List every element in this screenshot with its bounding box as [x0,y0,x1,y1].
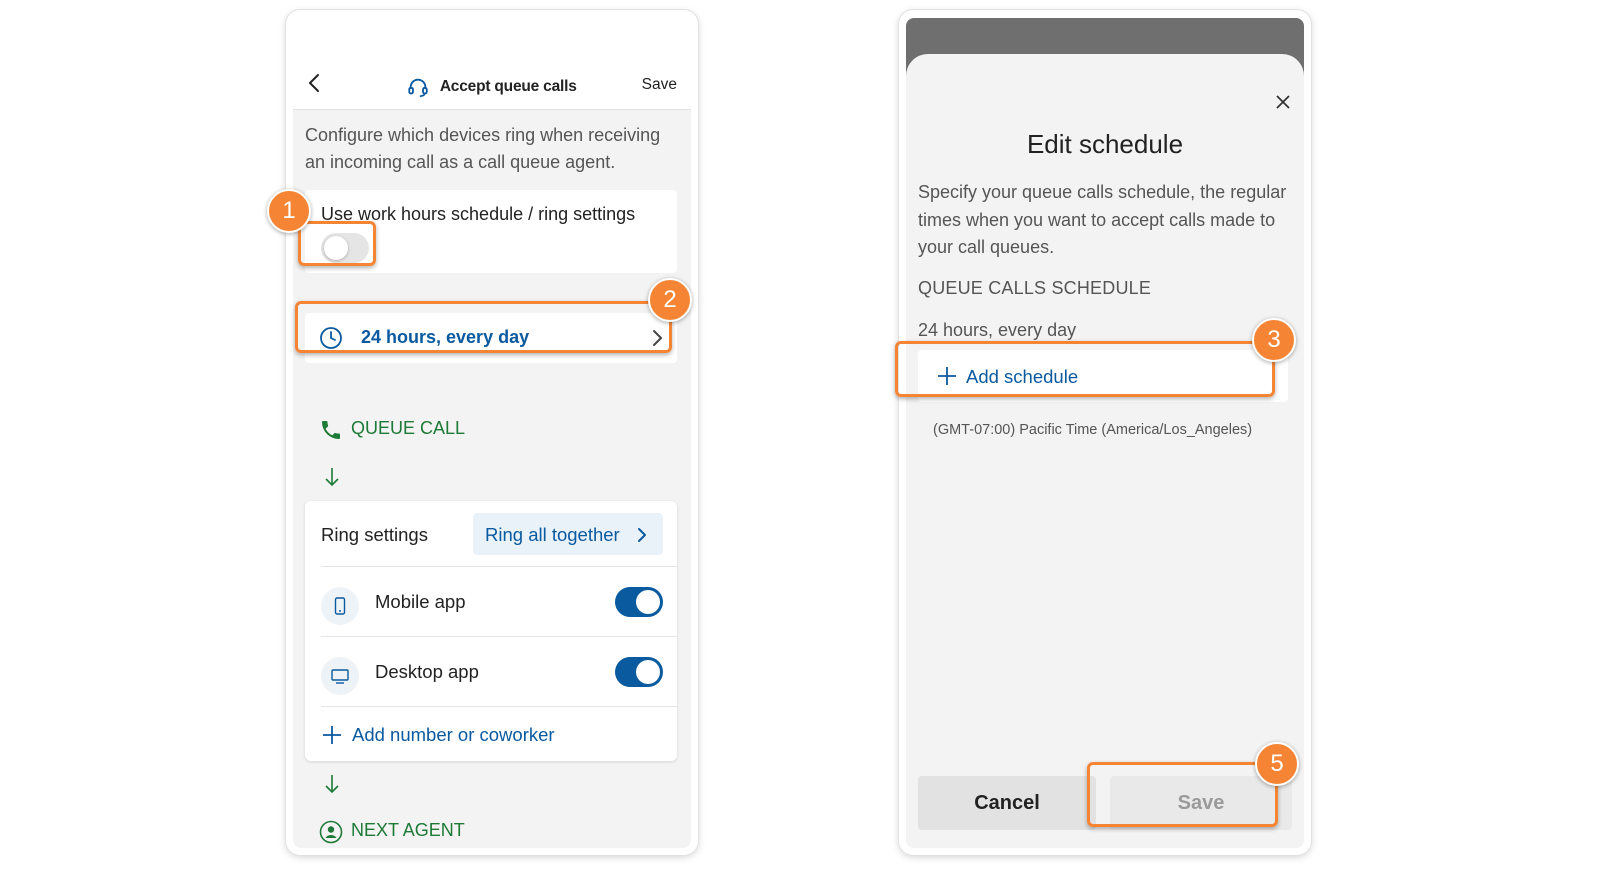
device-label: Mobile app [375,591,466,612]
toggle-knob [636,660,660,684]
desktop-monitor-icon [331,669,349,684]
step-badge-2: 2 [648,278,692,322]
step-badge-1: 1 [267,189,311,233]
next-agent-label: NEXT AGENT [351,820,465,840]
schedule-heading: QUEUE CALLS SCHEDULE [918,278,1152,298]
chevron-right-icon [638,528,646,542]
page-title: Accept queue calls [439,78,577,95]
mobile-phone-icon [334,597,346,615]
device-label: Desktop app [375,661,479,682]
header-save-button[interactable]: Save [642,76,677,94]
highlight-box-add-schedule [895,341,1275,397]
step-badge-3: 3 [1252,318,1296,362]
highlight-box-save-button [1087,762,1278,827]
ring-settings-card: Ring settings Ring all together Mobile a… [305,501,677,761]
edit-schedule-screen: Edit schedule Specify your queue calls s… [906,18,1304,848]
sheet-title: Edit schedule [1026,129,1184,159]
page-description: Configure which devices ring when receiv… [305,125,661,172]
plus-icon [323,726,341,744]
divider [321,706,677,707]
add-number-label: Add number or coworker [352,724,555,745]
top-app-bar: Accept queue calls Save [293,18,691,110]
highlight-box-work-hours-toggle [298,221,376,266]
ring-settings-label: Ring settings [321,524,428,545]
user-circle-icon [319,820,343,844]
accept-queue-calls-screen: Accept queue calls Save Configure which … [293,18,691,848]
mobile-icon-circle [321,587,359,625]
mobile-app-toggle[interactable] [615,587,663,617]
schedule-value: 24 hours, every day [918,320,1077,340]
device-row-mobile-app: Mobile app [305,567,677,637]
highlight-box-schedule-row [295,301,672,353]
phone-frame-edit-schedule: Edit schedule Specify your queue calls s… [899,10,1311,855]
arrow-down-icon [325,775,339,794]
edit-schedule-sheet: Edit schedule Specify your queue calls s… [906,54,1304,848]
phone-icon [322,421,340,439]
desktop-icon-circle [321,657,359,695]
phone-frame-accept-queue-calls: Accept queue calls Save Configure which … [286,10,698,855]
device-row-desktop-app: Desktop app [305,637,677,707]
sheet-description: Specify your queue calls schedule, the r… [918,182,1287,257]
arrow-down-icon [325,468,339,487]
toggle-knob [636,590,660,614]
timezone-note: (GMT-07:00) Pacific Time (America/Los_An… [933,422,1253,438]
add-number-or-coworker-button[interactable]: Add number or coworker [305,716,677,756]
headset-icon [408,78,428,97]
ring-mode-label: Ring all together [485,524,620,545]
desktop-app-toggle[interactable] [615,657,663,687]
step-badge-5: 5 [1255,742,1299,786]
close-icon[interactable] [1274,93,1292,111]
page-title-group: Accept queue calls [293,76,691,98]
cancel-button[interactable]: Cancel [918,776,1096,830]
queue-call-label: QUEUE CALL [351,418,466,438]
ring-mode-button[interactable]: Ring all together [473,513,663,555]
